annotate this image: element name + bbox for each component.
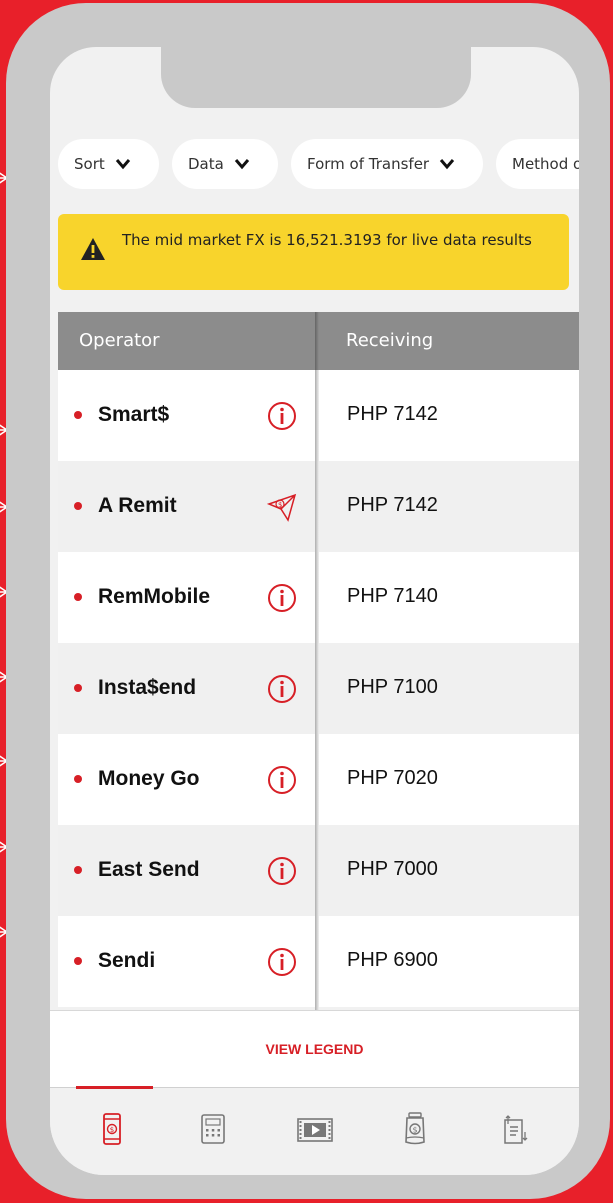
operator-cell: A Remit $ xyxy=(58,461,315,552)
info-icon[interactable] xyxy=(267,856,297,886)
receiving-amount: PHP 7100 xyxy=(347,676,438,698)
fx-info-banner: The mid market FX is 16,521.3193 for liv… xyxy=(58,214,569,290)
receiving-amount: PHP 7020 xyxy=(347,767,438,789)
operator-cell: RemMobile xyxy=(58,552,315,643)
info-icon[interactable] xyxy=(267,401,297,431)
svg-text:$: $ xyxy=(413,1126,418,1135)
info-icon[interactable] xyxy=(267,674,297,704)
video-icon[interactable] xyxy=(295,1110,335,1150)
view-legend-button[interactable]: VIEW LEGEND xyxy=(50,1041,579,1057)
sort-list-icon[interactable] xyxy=(500,1110,530,1150)
column-divider xyxy=(315,312,319,1014)
calculator-icon[interactable] xyxy=(198,1110,228,1150)
operator-name: East Send xyxy=(98,858,200,881)
data-filter-button[interactable]: Data xyxy=(172,139,278,189)
money-jar-icon[interactable]: $ xyxy=(400,1110,430,1150)
info-icon[interactable] xyxy=(267,947,297,977)
receiving-cell: PHP 7020 xyxy=(319,734,579,825)
svg-text:$: $ xyxy=(278,501,282,509)
bullet-dot xyxy=(74,411,82,419)
data-filter-label: Data xyxy=(188,155,224,173)
app-screen: Sort Data Form of Transfer Method o The … xyxy=(50,47,579,1175)
svg-text:$: $ xyxy=(110,1126,114,1134)
legend-area: VIEW LEGEND xyxy=(50,1010,579,1088)
operator-column-header: Operator xyxy=(79,330,160,351)
info-icon[interactable] xyxy=(267,583,297,613)
receiving-amount: PHP 7000 xyxy=(347,858,438,880)
receiving-amount: PHP 7142 xyxy=(347,403,438,425)
operator-cell: East Send xyxy=(58,825,315,916)
chevron-down-icon xyxy=(234,159,249,170)
info-icon[interactable] xyxy=(267,765,297,795)
method-filter-label: Method o xyxy=(512,155,579,173)
bullet-dot xyxy=(74,684,82,692)
operator-name: Sendi xyxy=(98,949,156,972)
operator-cell: Insta$end xyxy=(58,643,315,734)
operator-name: Money Go xyxy=(98,767,200,790)
send-money-icon[interactable]: $ xyxy=(267,492,297,522)
operator-name: A Remit xyxy=(98,494,177,517)
receiving-amount: PHP 7142 xyxy=(347,494,438,516)
form-of-transfer-filter-label: Form of Transfer xyxy=(307,155,430,173)
bullet-dot xyxy=(74,775,82,783)
receiving-amount: PHP 6900 xyxy=(347,949,438,971)
receiving-cell: PHP 6900 xyxy=(319,916,579,1007)
receiving-cell: PHP 7100 xyxy=(319,643,579,734)
sort-filter-button[interactable]: Sort xyxy=(58,139,159,189)
operator-name: Insta$end xyxy=(98,676,197,699)
active-tab-indicator xyxy=(76,1086,153,1089)
operator-cell: Sendi xyxy=(58,916,315,1007)
phone-notch xyxy=(161,47,471,108)
chevron-down-icon xyxy=(115,159,130,170)
receiving-cell: PHP 7142 xyxy=(319,461,579,552)
filter-bar: Sort Data Form of Transfer Method o xyxy=(58,139,579,189)
bottom-tab-bar: $ $ xyxy=(50,1086,579,1175)
operator-cell: Money Go xyxy=(58,734,315,825)
bullet-dot xyxy=(74,502,82,510)
bullet-dot xyxy=(74,957,82,965)
phone-money-icon[interactable]: $ xyxy=(97,1110,127,1150)
receiving-cell: PHP 7000 xyxy=(319,825,579,916)
form-of-transfer-filter-button[interactable]: Form of Transfer xyxy=(291,139,483,189)
operator-name: Smart$ xyxy=(98,403,170,426)
bullet-dot xyxy=(74,593,82,601)
chevron-down-icon xyxy=(439,159,455,170)
phone-frame: Sort Data Form of Transfer Method o The … xyxy=(6,3,610,1199)
receiving-amount: PHP 7140 xyxy=(347,585,438,607)
method-filter-button[interactable]: Method o xyxy=(496,139,579,189)
receiving-cell: PHP 7142 xyxy=(319,370,579,461)
fx-info-text: The mid market FX is 16,521.3193 for liv… xyxy=(122,231,532,249)
sort-filter-label: Sort xyxy=(74,155,105,173)
warning-icon xyxy=(81,238,105,260)
receiving-column-header: Receiving xyxy=(346,330,434,351)
operator-name: RemMobile xyxy=(98,585,211,608)
bullet-dot xyxy=(74,866,82,874)
operator-cell: Smart$ xyxy=(58,370,315,461)
receiving-cell: PHP 7140 xyxy=(319,552,579,643)
